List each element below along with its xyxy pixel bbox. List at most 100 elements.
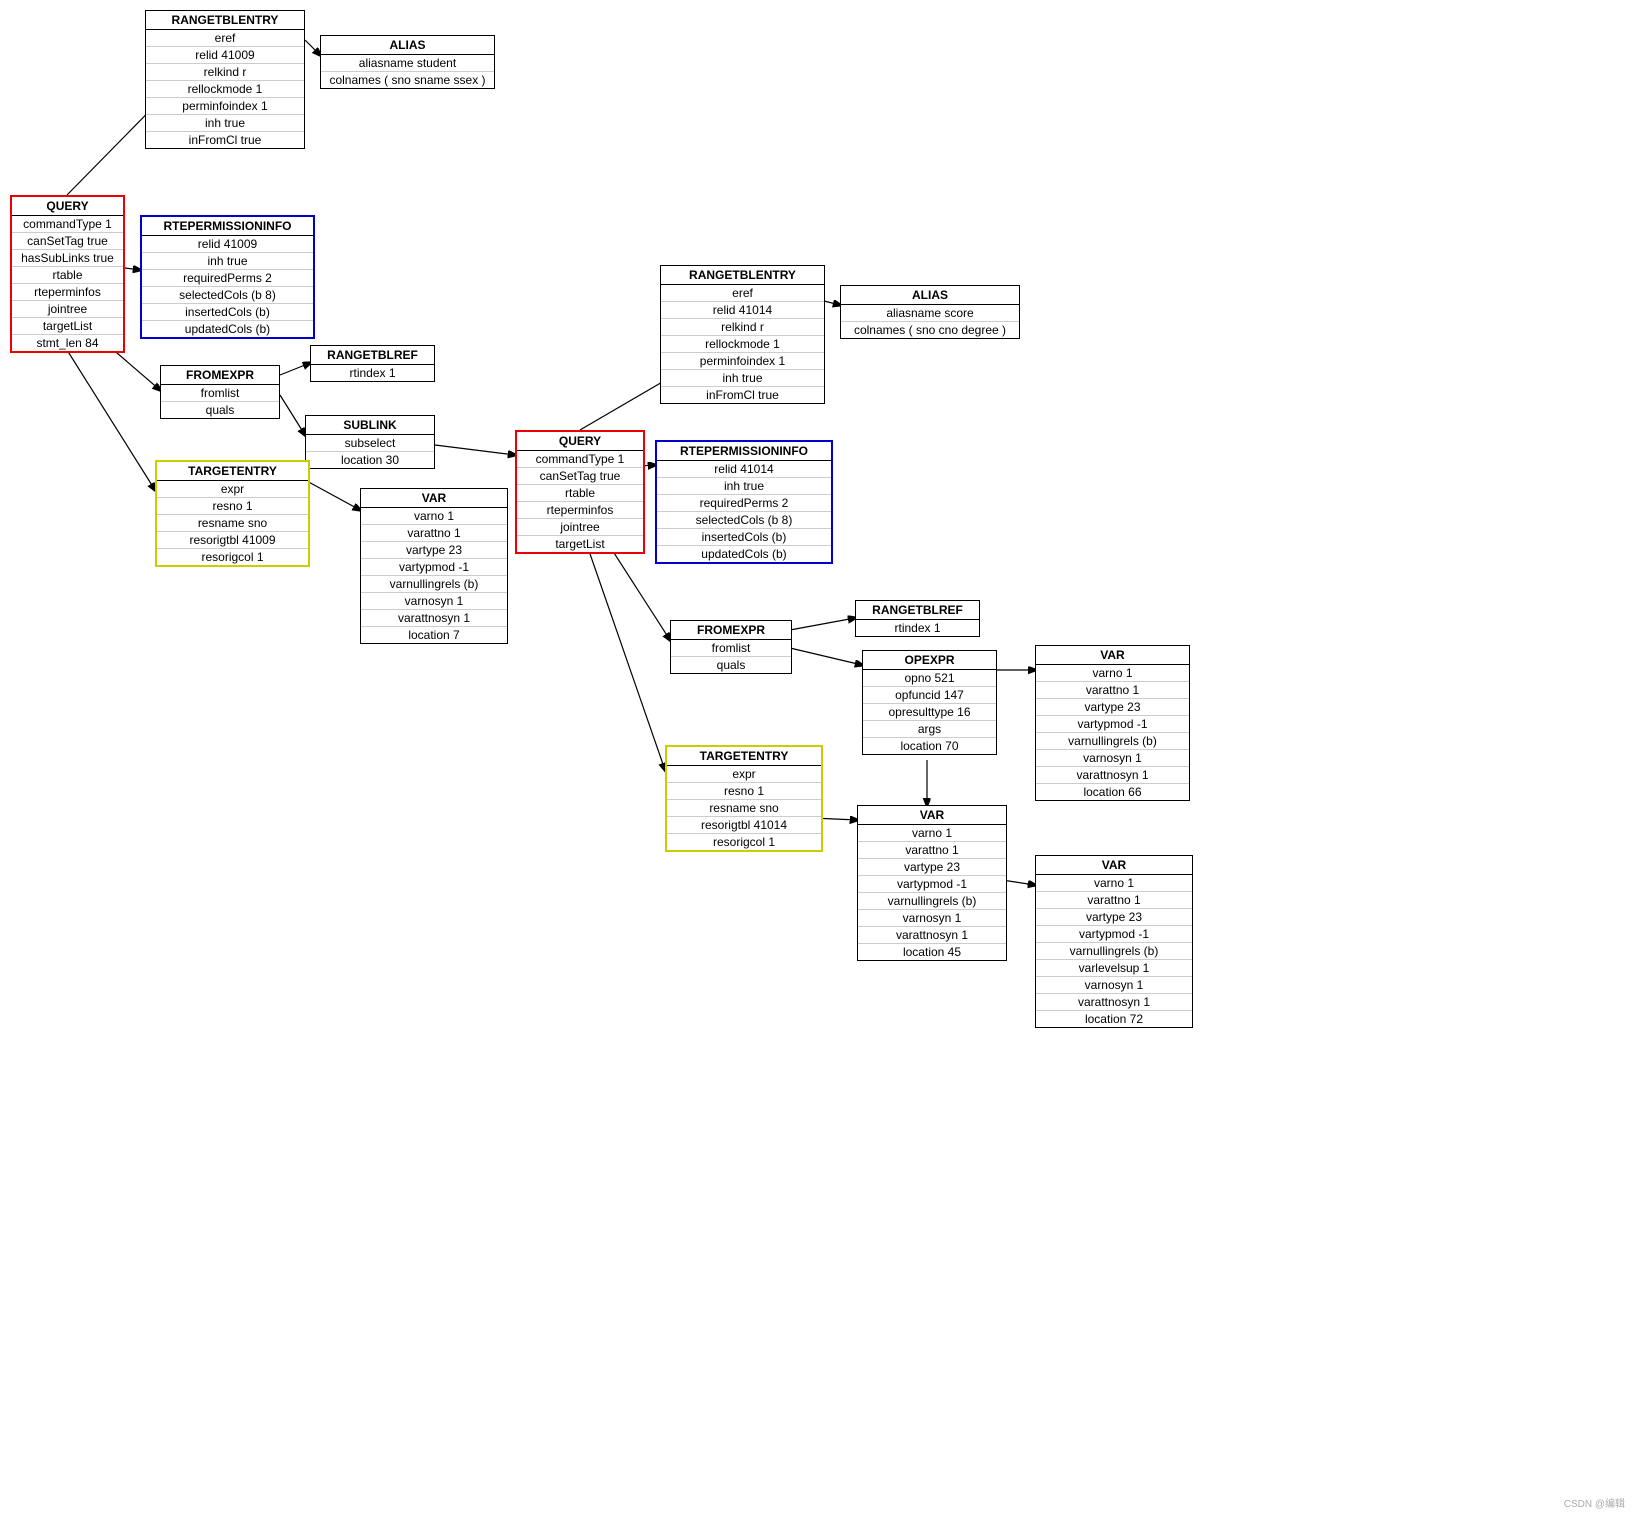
node-row: varno 1 [361,508,507,525]
node-fromexpr-2-title: FROMEXPR [671,621,791,640]
node-row: vartype 23 [1036,909,1192,926]
node-row: relkind r [661,319,824,336]
node-row: resno 1 [157,498,308,515]
node-fromexpr-1: FROMEXPR fromlist quals [160,365,280,419]
node-alias-1: ALIAS aliasname student colnames ( sno s… [320,35,495,89]
node-row: rellockmode 1 [661,336,824,353]
node-row: location 66 [1036,784,1189,800]
node-row: relid 41009 [142,236,313,253]
node-row: resorigcol 1 [157,549,308,565]
node-rtepermissioninfo-2: RTEPERMISSIONINFO relid 41014 inh true r… [655,440,833,564]
node-row: varattnosyn 1 [1036,767,1189,784]
node-row: eref [146,30,304,47]
node-row: location 70 [863,738,996,754]
node-row: varattnosyn 1 [361,610,507,627]
node-row: varnosyn 1 [1036,977,1192,994]
node-row: perminfoindex 1 [146,98,304,115]
node-row: jointree [517,519,643,536]
node-row: vartypmod -1 [361,559,507,576]
node-row: rtindex 1 [311,365,434,381]
node-row: inFromCl true [146,132,304,148]
node-row: requiredPerms 2 [657,495,831,512]
node-row: resname sno [157,515,308,532]
node-targetentry-2: TARGETENTRY expr resno 1 resname sno res… [665,745,823,852]
node-row: relkind r [146,64,304,81]
node-row: varattno 1 [1036,892,1192,909]
node-rtepermissioninfo-1-title: RTEPERMISSIONINFO [142,217,313,236]
node-query-main: QUERY commandType 1 canSetTag true hasSu… [10,195,125,353]
node-rangetblentry-2: RANGETBLENTRY eref relid 41014 relkind r… [660,265,825,404]
node-row: insertedCols (b) [657,529,831,546]
node-opexpr-title: OPEXPR [863,651,996,670]
node-row: hasSubLinks true [12,250,123,267]
node-row: vartypmod -1 [1036,716,1189,733]
node-row: stmt_len 84 [12,335,123,351]
diagram-container: QUERY commandType 1 canSetTag true hasSu… [0,0,1635,1515]
node-row: vartype 23 [361,542,507,559]
node-row: varnullingrels (b) [858,893,1006,910]
node-row: resname sno [667,800,821,817]
node-row: quals [671,657,791,673]
node-row: selectedCols (b 8) [142,287,313,304]
node-row: updatedCols (b) [657,546,831,562]
node-row: expr [157,481,308,498]
watermark: CSDN @编辑 [1564,1495,1625,1510]
node-var-2: VAR varno 1 varattno 1 vartype 23 vartyp… [857,805,1007,961]
node-rangetblentry-1: RANGETBLENTRY eref relid 41009 relkind r… [145,10,305,149]
node-row: varattnosyn 1 [1036,994,1192,1011]
node-row: vartype 23 [1036,699,1189,716]
node-rtepermissioninfo-1: RTEPERMISSIONINFO relid 41009 inh true r… [140,215,315,339]
node-rangetblentry-2-title: RANGETBLENTRY [661,266,824,285]
node-rangetblref-1-title: RANGETBLREF [311,346,434,365]
node-row: rtable [12,267,123,284]
node-targetentry-1: TARGETENTRY expr resno 1 resname sno res… [155,460,310,567]
node-rangetblref-1: RANGETBLREF rtindex 1 [310,345,435,382]
node-row: canSetTag true [517,468,643,485]
node-row: varnosyn 1 [858,910,1006,927]
node-row: relid 41009 [146,47,304,64]
node-row: canSetTag true [12,233,123,250]
node-row: varattno 1 [1036,682,1189,699]
node-row: commandType 1 [12,216,123,233]
node-var-1: VAR varno 1 varattno 1 vartype 23 vartyp… [360,488,508,644]
node-row: eref [661,285,824,302]
node-row: resorigcol 1 [667,834,821,850]
node-row: fromlist [161,385,279,402]
node-row: commandType 1 [517,451,643,468]
node-row: aliasname student [321,55,494,72]
node-row: varnosyn 1 [361,593,507,610]
node-row: insertedCols (b) [142,304,313,321]
node-var-1-title: VAR [361,489,507,508]
node-fromexpr-2: FROMEXPR fromlist quals [670,620,792,674]
node-row: varattno 1 [858,842,1006,859]
node-query-sub-title: QUERY [517,432,643,451]
node-query-sub: QUERY commandType 1 canSetTag true rtabl… [515,430,645,554]
node-row: resno 1 [667,783,821,800]
node-row: jointree [12,301,123,318]
node-row: updatedCols (b) [142,321,313,337]
node-row: varnullingrels (b) [361,576,507,593]
node-var-3: VAR varno 1 varattno 1 vartype 23 vartyp… [1035,645,1190,801]
node-row: varnullingrels (b) [1036,733,1189,750]
node-row: inh true [146,115,304,132]
node-rangetblentry-1-title: RANGETBLENTRY [146,11,304,30]
node-row: vartypmod -1 [1036,926,1192,943]
node-var-3-title: VAR [1036,646,1189,665]
node-rangetblref-2-title: RANGETBLREF [856,601,979,620]
node-alias-2-title: ALIAS [841,286,1019,305]
node-row: requiredPerms 2 [142,270,313,287]
node-row: location 45 [858,944,1006,960]
node-row: opresulttype 16 [863,704,996,721]
node-rtepermissioninfo-2-title: RTEPERMISSIONINFO [657,442,831,461]
node-row: expr [667,766,821,783]
node-row: rtindex 1 [856,620,979,636]
node-row: varno 1 [1036,875,1192,892]
node-row: quals [161,402,279,418]
node-targetentry-1-title: TARGETENTRY [157,462,308,481]
node-targetentry-2-title: TARGETENTRY [667,747,821,766]
node-row: location 72 [1036,1011,1192,1027]
node-row: selectedCols (b 8) [657,512,831,529]
node-rangetblref-2: RANGETBLREF rtindex 1 [855,600,980,637]
node-row: targetList [517,536,643,552]
node-var-2-title: VAR [858,806,1006,825]
